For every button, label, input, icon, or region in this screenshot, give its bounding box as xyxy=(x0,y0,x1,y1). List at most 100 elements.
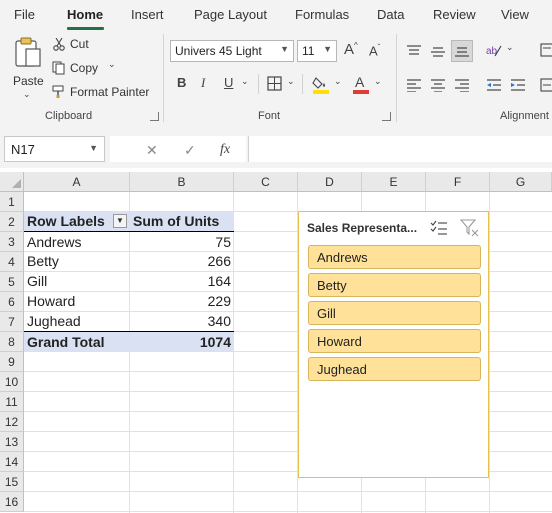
insert-function-icon[interactable]: fx xyxy=(220,142,230,158)
column-header-a[interactable]: A xyxy=(24,172,130,192)
row-header[interactable]: 13 xyxy=(0,432,24,452)
align-right-icon[interactable] xyxy=(454,78,470,92)
paste-button[interactable]: Paste ⌄ xyxy=(8,34,48,100)
fill-color-icon[interactable] xyxy=(312,74,330,94)
row-header[interactable]: 6 xyxy=(0,292,24,312)
font-name-value: Univers 45 Light xyxy=(175,44,262,58)
filter-dropdown-icon[interactable]: ▼ xyxy=(113,214,127,228)
name-box[interactable]: N17 ▼ xyxy=(4,136,105,162)
pivot-row-value[interactable]: 164 xyxy=(130,271,234,291)
decrease-indent-icon[interactable] xyxy=(486,78,502,92)
enter-check-icon[interactable]: ✓ xyxy=(184,142,196,159)
pivot-row-value[interactable]: 340 xyxy=(130,311,234,331)
align-top-icon[interactable] xyxy=(406,44,422,58)
row-header[interactable]: 8 xyxy=(0,332,24,352)
chevron-down-icon[interactable]: ⌄ xyxy=(334,77,342,86)
multi-select-icon[interactable] xyxy=(430,220,448,236)
clipboard-dialog-launcher[interactable] xyxy=(150,112,159,121)
row-header[interactable]: 14 xyxy=(0,452,24,472)
tab-review[interactable]: Review xyxy=(433,7,476,22)
slicer-sales-representative[interactable]: Sales Representa... Andrews Betty Gill H… xyxy=(298,211,489,478)
align-middle-icon[interactable] xyxy=(430,44,446,58)
font-color-icon[interactable]: A xyxy=(352,74,370,94)
tab-page-layout[interactable]: Page Layout xyxy=(194,7,267,22)
pivot-row-label[interactable]: Andrews xyxy=(24,231,130,251)
wrap-text-icon[interactable] xyxy=(540,42,552,58)
font-size-value: 11 xyxy=(302,44,315,58)
column-header-e[interactable]: E xyxy=(362,172,426,192)
chevron-down-icon: ▼ xyxy=(89,143,98,153)
pivot-row-label[interactable]: Gill xyxy=(24,271,130,291)
orientation-icon[interactable]: ab xyxy=(485,42,503,58)
row-header[interactable]: 9 xyxy=(0,352,24,372)
row-header[interactable]: 11 xyxy=(0,392,24,412)
font-dialog-launcher[interactable] xyxy=(382,112,391,121)
row-header[interactable]: 15 xyxy=(0,472,24,492)
row-header[interactable]: 3 xyxy=(0,232,24,252)
borders-icon[interactable] xyxy=(267,76,282,91)
cut-button[interactable]: Cut xyxy=(52,36,112,54)
slicer-item[interactable]: Gill xyxy=(308,301,481,325)
tab-file[interactable]: File xyxy=(14,7,35,22)
pivot-grand-total-label[interactable]: Grand Total xyxy=(24,331,130,351)
increase-indent-icon[interactable] xyxy=(510,78,526,92)
align-left-icon[interactable] xyxy=(406,78,422,92)
tab-home[interactable]: Home xyxy=(67,7,103,22)
format-painter-label: Format Painter xyxy=(70,85,150,99)
tab-insert[interactable]: Insert xyxy=(131,7,164,22)
column-header-b[interactable]: B xyxy=(130,172,234,192)
column-header-c[interactable]: C xyxy=(234,172,298,192)
align-bottom-button[interactable] xyxy=(451,40,473,62)
chevron-down-icon[interactable]: ⌄ xyxy=(287,77,295,86)
decrease-font-size-icon[interactable]: Aˇ xyxy=(369,44,380,58)
column-header-d[interactable]: D xyxy=(298,172,362,192)
italic-icon[interactable]: I xyxy=(201,76,205,89)
format-painter-button[interactable]: Format Painter xyxy=(52,84,152,102)
scissors-icon xyxy=(53,37,65,51)
column-header-f[interactable]: F xyxy=(426,172,490,192)
chevron-down-icon[interactable]: ⌄ xyxy=(506,43,514,52)
tab-data[interactable]: Data xyxy=(377,7,404,22)
merge-center-icon[interactable] xyxy=(540,77,552,93)
row-header[interactable]: 2 xyxy=(0,212,24,232)
increase-font-size-icon[interactable]: A^ xyxy=(344,42,358,58)
pivot-row-value[interactable]: 229 xyxy=(130,291,234,311)
divider xyxy=(302,74,303,94)
copy-button[interactable]: Copy ⌄ xyxy=(52,60,122,78)
pivot-row-value[interactable]: 266 xyxy=(130,251,234,271)
chevron-down-icon[interactable]: ⌄ xyxy=(374,77,382,86)
bold-icon[interactable]: B xyxy=(177,76,186,89)
font-size-combo[interactable]: 11 ▼ xyxy=(297,40,337,62)
tab-view[interactable]: View xyxy=(501,7,529,22)
slicer-item[interactable]: Betty xyxy=(308,273,481,297)
row-header[interactable]: 5 xyxy=(0,272,24,292)
clear-filter-icon[interactable] xyxy=(460,219,480,237)
chevron-down-icon[interactable]: ⌄ xyxy=(241,77,249,86)
column-header-g[interactable]: G xyxy=(490,172,552,192)
slicer-item[interactable]: Howard xyxy=(308,329,481,353)
cancel-icon[interactable]: ✕ xyxy=(146,142,158,159)
pivot-row-value[interactable]: 75 xyxy=(130,231,234,251)
row-header[interactable]: 7 xyxy=(0,312,24,332)
chevron-down-icon: ⌄ xyxy=(23,89,31,99)
row-header[interactable]: 16 xyxy=(0,492,24,512)
row-header[interactable]: 4 xyxy=(0,252,24,272)
menu-bar: File Home Insert Page Layout Formulas Da… xyxy=(0,0,552,30)
pivot-header-sum-of-units[interactable]: Sum of Units xyxy=(130,211,234,231)
font-name-combo[interactable]: Univers 45 Light ▼ xyxy=(170,40,294,62)
pivot-grand-total-value[interactable]: 1074 xyxy=(130,331,234,351)
row-header[interactable]: 1 xyxy=(0,192,24,212)
formula-input[interactable] xyxy=(248,136,552,162)
row-header[interactable]: 10 xyxy=(0,372,24,392)
row-header[interactable]: 12 xyxy=(0,412,24,432)
pivot-row-label[interactable]: Howard xyxy=(24,291,130,311)
tab-formulas[interactable]: Formulas xyxy=(295,7,349,22)
paste-label: Paste xyxy=(13,74,44,88)
paintbrush-icon xyxy=(52,85,64,98)
underline-icon[interactable]: U xyxy=(224,76,233,89)
align-center-icon[interactable] xyxy=(430,78,446,92)
slicer-item[interactable]: Jughead xyxy=(308,357,481,381)
pivot-row-label[interactable]: Jughead xyxy=(24,311,130,331)
slicer-item[interactable]: Andrews xyxy=(308,245,481,269)
pivot-row-label[interactable]: Betty xyxy=(24,251,130,271)
